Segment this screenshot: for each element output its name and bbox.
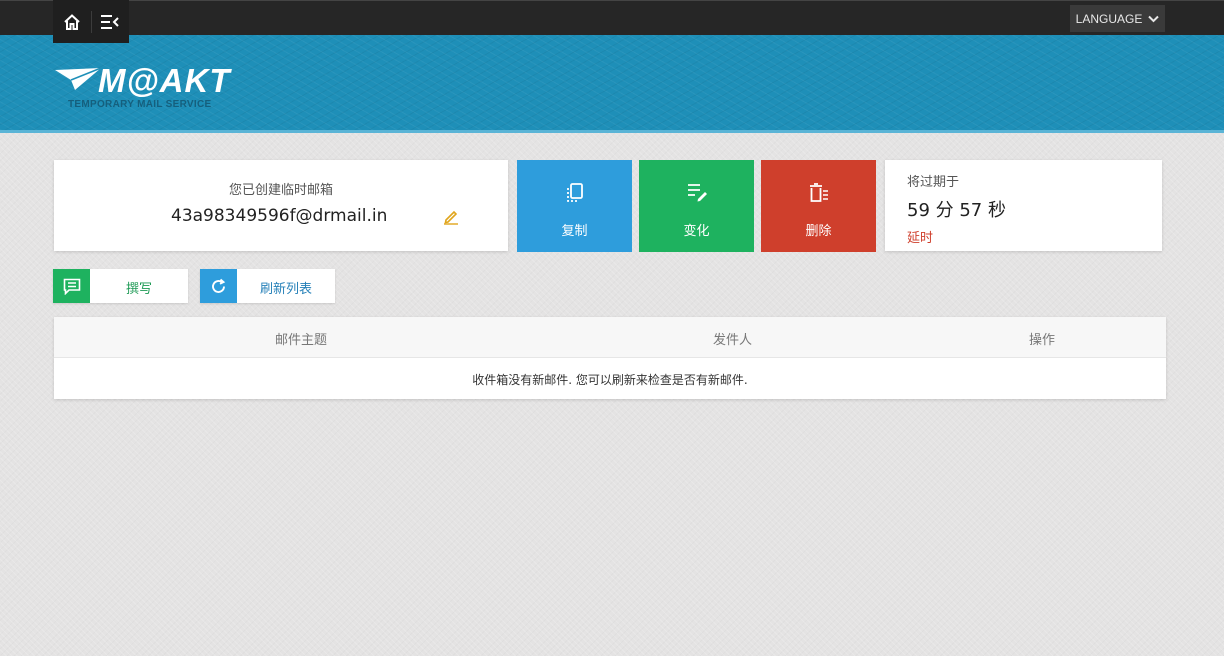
change-button[interactable]: 变化 (639, 160, 754, 252)
top-bar (0, 0, 1224, 35)
site-header: M@AKT TEMPORARY MAIL SERVICE (0, 35, 1224, 133)
refresh-button[interactable]: 刷新列表 (200, 269, 335, 303)
chevron-down-icon (1148, 15, 1160, 22)
compose-button[interactable]: 撰写 (53, 269, 188, 303)
copy-icon (565, 182, 585, 206)
compose-label: 撰写 (126, 282, 153, 297)
refresh-icon (200, 269, 237, 303)
pencil-icon[interactable] (442, 207, 460, 229)
column-actions: 操作 (1029, 333, 1056, 348)
countdown-value: 59 分 57 秒 (907, 200, 1006, 221)
site-logo[interactable]: M@AKT TEMPORARY MAIL SERVICE (55, 62, 235, 112)
change-label: 变化 (683, 224, 710, 239)
language-label: LANGUAGE (1075, 11, 1143, 26)
email-address[interactable]: 43a98349596f@drmail.in (171, 206, 387, 226)
top-nav (53, 0, 129, 43)
trash-icon (808, 182, 830, 206)
expiry-label: 将过期于 (907, 175, 960, 190)
table-header: 邮件主题 发件人 操作 (54, 317, 1166, 358)
logo-text: M@AKT (98, 62, 231, 99)
copy-label: 复制 (561, 224, 588, 239)
delete-button[interactable]: 删除 (761, 160, 876, 252)
email-card: 您已创建临时邮箱 43a98349596f@drmail.in (54, 160, 508, 251)
delete-label: 删除 (805, 224, 832, 239)
inbox-table: 邮件主题 发件人 操作 收件箱没有新邮件. 您可以刷新来检查是否有新邮件. (54, 317, 1166, 399)
home-icon[interactable] (53, 0, 91, 43)
copy-button[interactable]: 复制 (517, 160, 632, 252)
refresh-label: 刷新列表 (260, 282, 313, 297)
empty-inbox-message: 收件箱没有新邮件. 您可以刷新来检查是否有新邮件. (472, 373, 748, 387)
email-card-label: 您已创建临时邮箱 (228, 183, 333, 198)
column-sender: 发件人 (713, 333, 753, 348)
column-subject: 邮件主题 (275, 333, 328, 348)
language-dropdown[interactable]: LANGUAGE (1070, 5, 1165, 32)
message-icon (53, 269, 90, 303)
logo-subtitle: TEMPORARY MAIL SERVICE (68, 99, 212, 110)
expiry-card: 将过期于 59 分 57 秒 延时 (885, 160, 1162, 251)
paper-plane-icon (55, 67, 102, 90)
edit-list-icon (686, 182, 708, 206)
extend-link[interactable]: 延时 (907, 227, 933, 246)
menu-collapse-icon[interactable] (91, 0, 129, 43)
